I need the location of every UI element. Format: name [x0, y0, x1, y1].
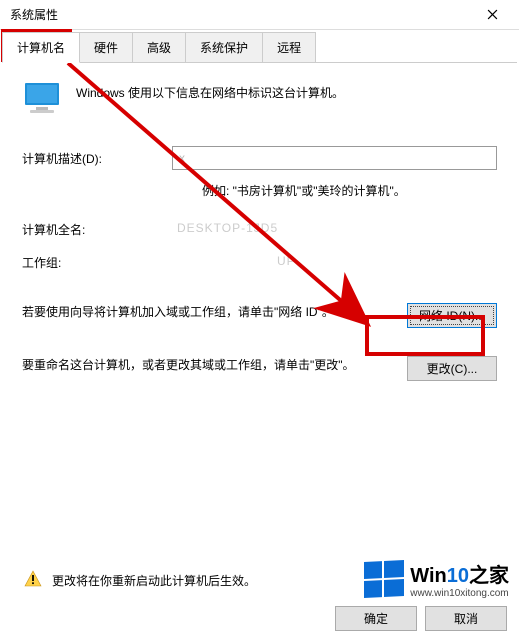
fullname-label: 计算机全名: — [22, 221, 177, 238]
watermark: Win10之家 www.win10xitong.com — [364, 559, 509, 599]
workgroup-label: 工作组: — [22, 254, 177, 271]
description-input[interactable]: x — [172, 146, 497, 170]
intro-text: Windows 使用以下信息在网络中标识这台计算机。 — [76, 81, 344, 101]
change-button[interactable]: 更改(C)... — [407, 356, 497, 381]
cancel-button[interactable]: 取消 — [425, 606, 507, 631]
warning-text: 更改将在你重新启动此计算机后生效。 — [52, 572, 256, 589]
description-value: x — [179, 151, 185, 165]
workgroup-value: UP — [277, 254, 296, 271]
warning-icon — [24, 570, 42, 591]
network-id-text: 若要使用向导将计算机加入域或工作组，请单击"网络 ID"。 — [22, 303, 389, 322]
tab-remote[interactable]: 远程 — [262, 32, 316, 62]
computer-icon — [22, 81, 62, 120]
warning-row: 更改将在你重新启动此计算机后生效。 — [24, 570, 256, 591]
windows-logo-icon — [364, 560, 404, 598]
description-label: 计算机描述(D): — [22, 150, 172, 167]
network-id-button[interactable]: 网络 ID(N)... — [407, 303, 497, 328]
fullname-value: DESKTOP-1JD5 — [177, 221, 278, 238]
watermark-brand: Win10之家 — [410, 559, 509, 588]
tab-advanced[interactable]: 高级 — [132, 32, 186, 62]
tab-bar: 计算机名 硬件 高级 系统保护 远程 — [2, 32, 517, 63]
tab-computer-name[interactable]: 计算机名 — [2, 32, 80, 63]
ok-button[interactable]: 确定 — [335, 606, 417, 631]
tab-hardware[interactable]: 硬件 — [79, 32, 133, 62]
window-title: 系统属性 — [10, 6, 470, 23]
tab-content: Windows 使用以下信息在网络中标识这台计算机。 计算机描述(D): x 例… — [0, 63, 519, 419]
titlebar: 系统属性 — [0, 0, 519, 30]
tab-system-protection[interactable]: 系统保护 — [185, 32, 263, 62]
description-example: 例如: "书房计算机"或"美玲的计算机"。 — [202, 182, 497, 199]
watermark-url: www.win10xitong.com — [410, 588, 509, 599]
rename-text: 要重命名这台计算机，或者更改其域或工作组，请单击"更改"。 — [22, 356, 389, 375]
close-icon — [487, 9, 498, 20]
dialog-buttons: 确定 取消 — [335, 606, 507, 631]
close-button[interactable] — [470, 1, 515, 29]
